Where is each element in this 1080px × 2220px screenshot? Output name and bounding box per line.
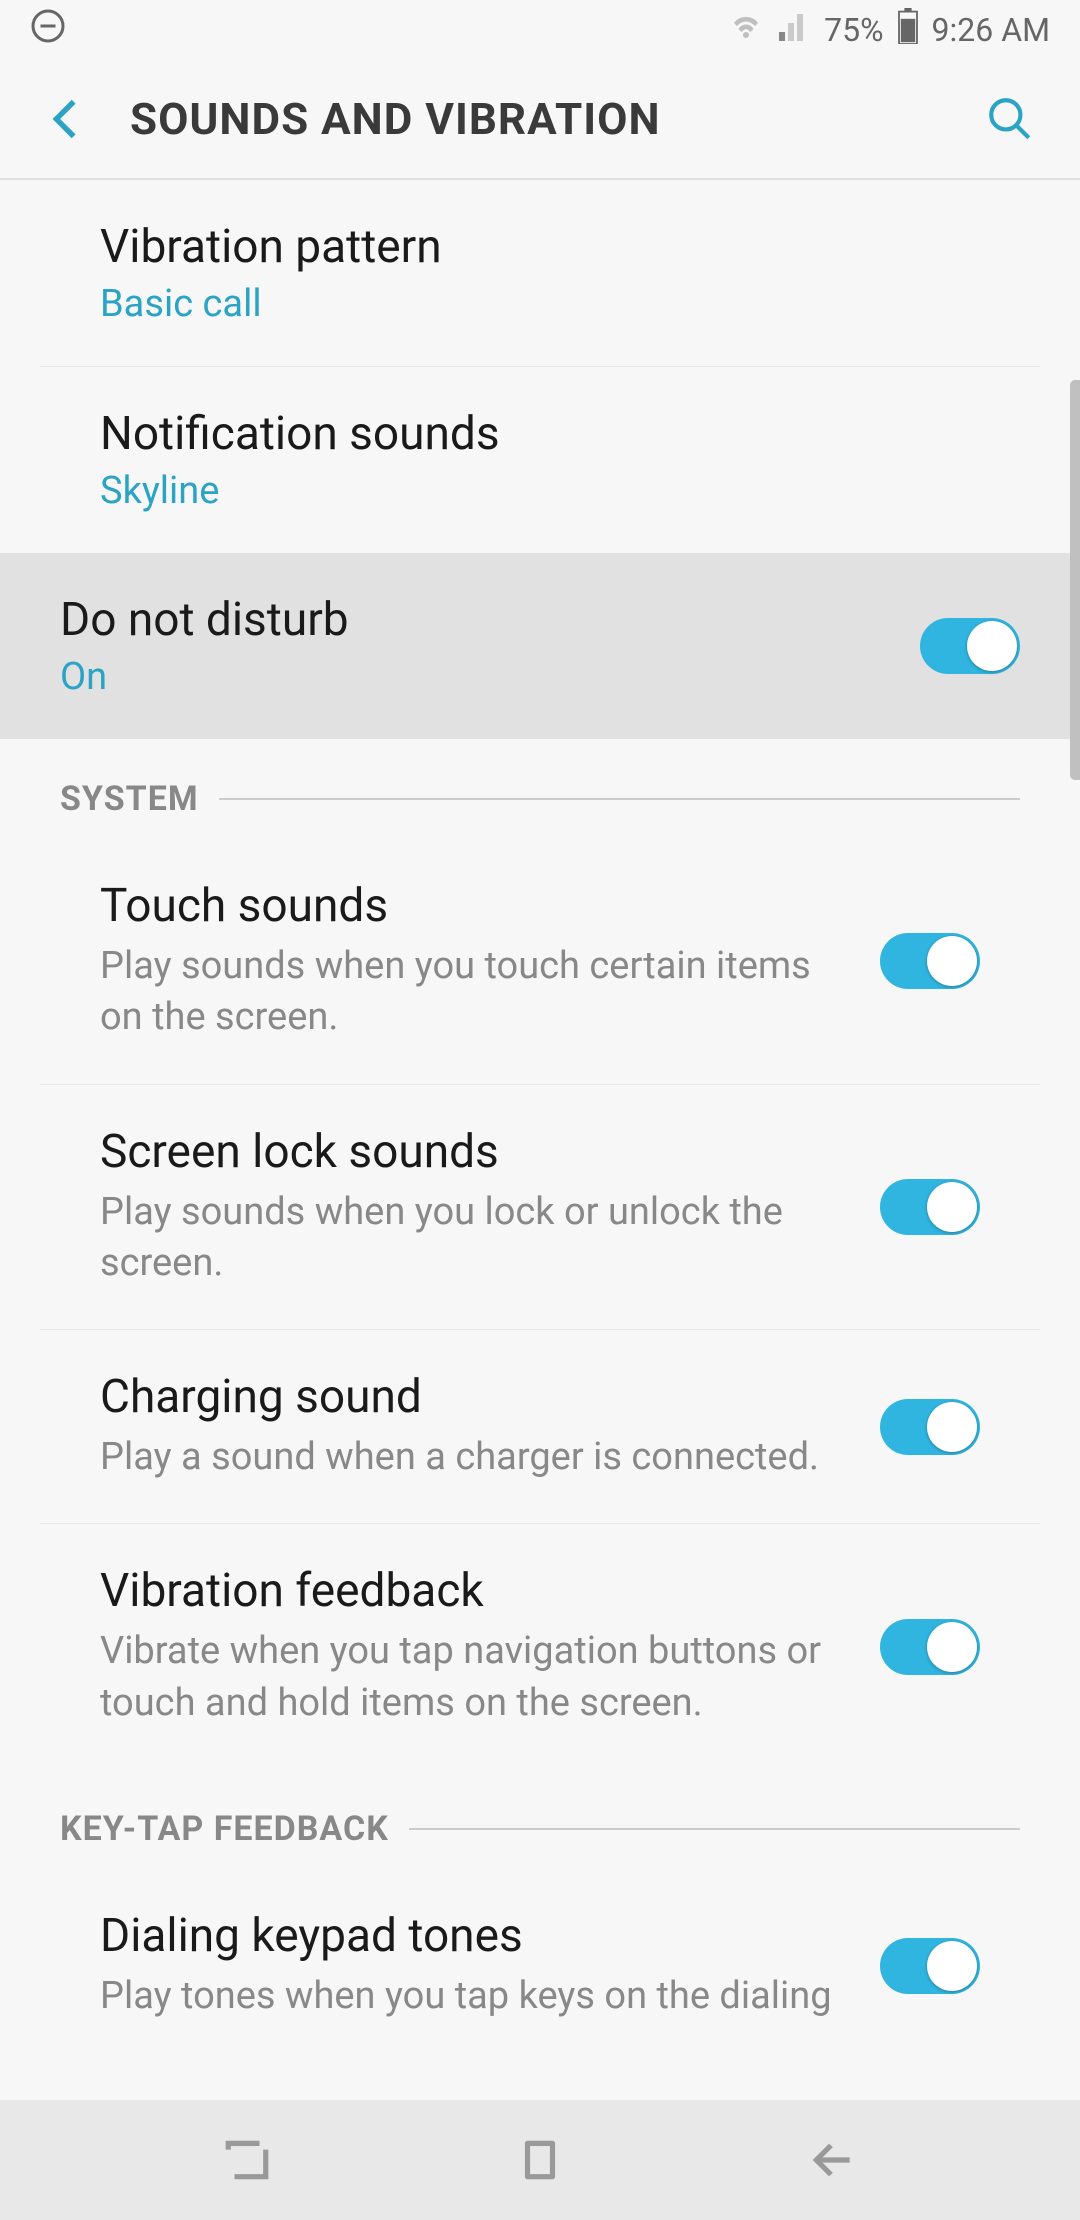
battery-icon [896,8,920,52]
setting-title: Screen lock sounds [100,1125,850,1179]
do-not-disturb-item[interactable]: Do not disturb On [0,553,1080,739]
divider [409,1828,1020,1830]
setting-desc: Play tones when you tap keys on the dial… [100,1971,850,2022]
setting-desc: Play a sound when a charger is connected… [100,1432,850,1483]
home-button[interactable] [505,2125,575,2195]
section-label: KEY-TAP FEEDBACK [60,1809,389,1849]
dialing-toggle[interactable] [880,1938,980,1994]
touch-sounds-toggle[interactable] [880,933,980,989]
touch-sounds-item[interactable]: Touch sounds Play sounds when you touch … [40,839,1040,1085]
scroll-indicator[interactable] [1070,380,1080,780]
notification-sounds-item[interactable]: Notification sounds Skyline [40,367,1040,553]
section-header-system: SYSTEM [0,739,1080,839]
vibration-feedback-item[interactable]: Vibration feedback Vibrate when you tap … [40,1524,1040,1769]
setting-desc: Vibrate when you tap navigation buttons … [100,1626,850,1729]
settings-list: Vibration pattern Basic call Notificatio… [0,180,1080,2100]
setting-title: Do not disturb [60,593,890,647]
back-nav-button[interactable] [798,2125,868,2195]
wifi-icon [728,8,764,52]
setting-value: On [60,655,890,699]
app-header: SOUNDS AND VIBRATION [0,60,1080,180]
screen-lock-toggle[interactable] [880,1179,980,1235]
signal-icon [776,8,812,52]
battery-percent: 75% [824,11,883,49]
setting-desc: Play sounds when you lock or unlock the … [100,1187,850,1290]
status-bar: 75% 9:26 AM [0,0,1080,60]
dialing-keypad-item[interactable]: Dialing keypad tones Play tones when you… [40,1869,1040,2062]
setting-title: Touch sounds [100,879,850,933]
dnd-toggle[interactable] [920,618,1020,674]
setting-title: Vibration pattern [100,220,980,274]
back-button[interactable] [40,94,90,144]
vibration-pattern-item[interactable]: Vibration pattern Basic call [40,180,1040,367]
charging-sound-item[interactable]: Charging sound Play a sound when a charg… [40,1330,1040,1524]
setting-title: Charging sound [100,1370,850,1424]
setting-desc: Play sounds when you touch certain items… [100,941,850,1044]
screen-lock-sounds-item[interactable]: Screen lock sounds Play sounds when you … [40,1085,1040,1331]
section-header-keytap: KEY-TAP FEEDBACK [0,1769,1080,1869]
page-title: SOUNDS AND VIBRATION [130,93,980,145]
section-label: SYSTEM [60,779,199,819]
navigation-bar [0,2100,1080,2220]
setting-title: Vibration feedback [100,1564,850,1618]
setting-value: Basic call [100,282,980,326]
vibration-feedback-toggle[interactable] [880,1619,980,1675]
search-button[interactable] [980,89,1040,149]
setting-title: Notification sounds [100,407,980,461]
recents-button[interactable] [212,2125,282,2195]
divider [219,798,1020,800]
charging-toggle[interactable] [880,1399,980,1455]
dnd-status-icon [30,8,66,52]
setting-title: Dialing keypad tones [100,1909,850,1963]
clock-time: 9:26 AM [932,11,1050,49]
setting-value: Skyline [100,469,980,513]
